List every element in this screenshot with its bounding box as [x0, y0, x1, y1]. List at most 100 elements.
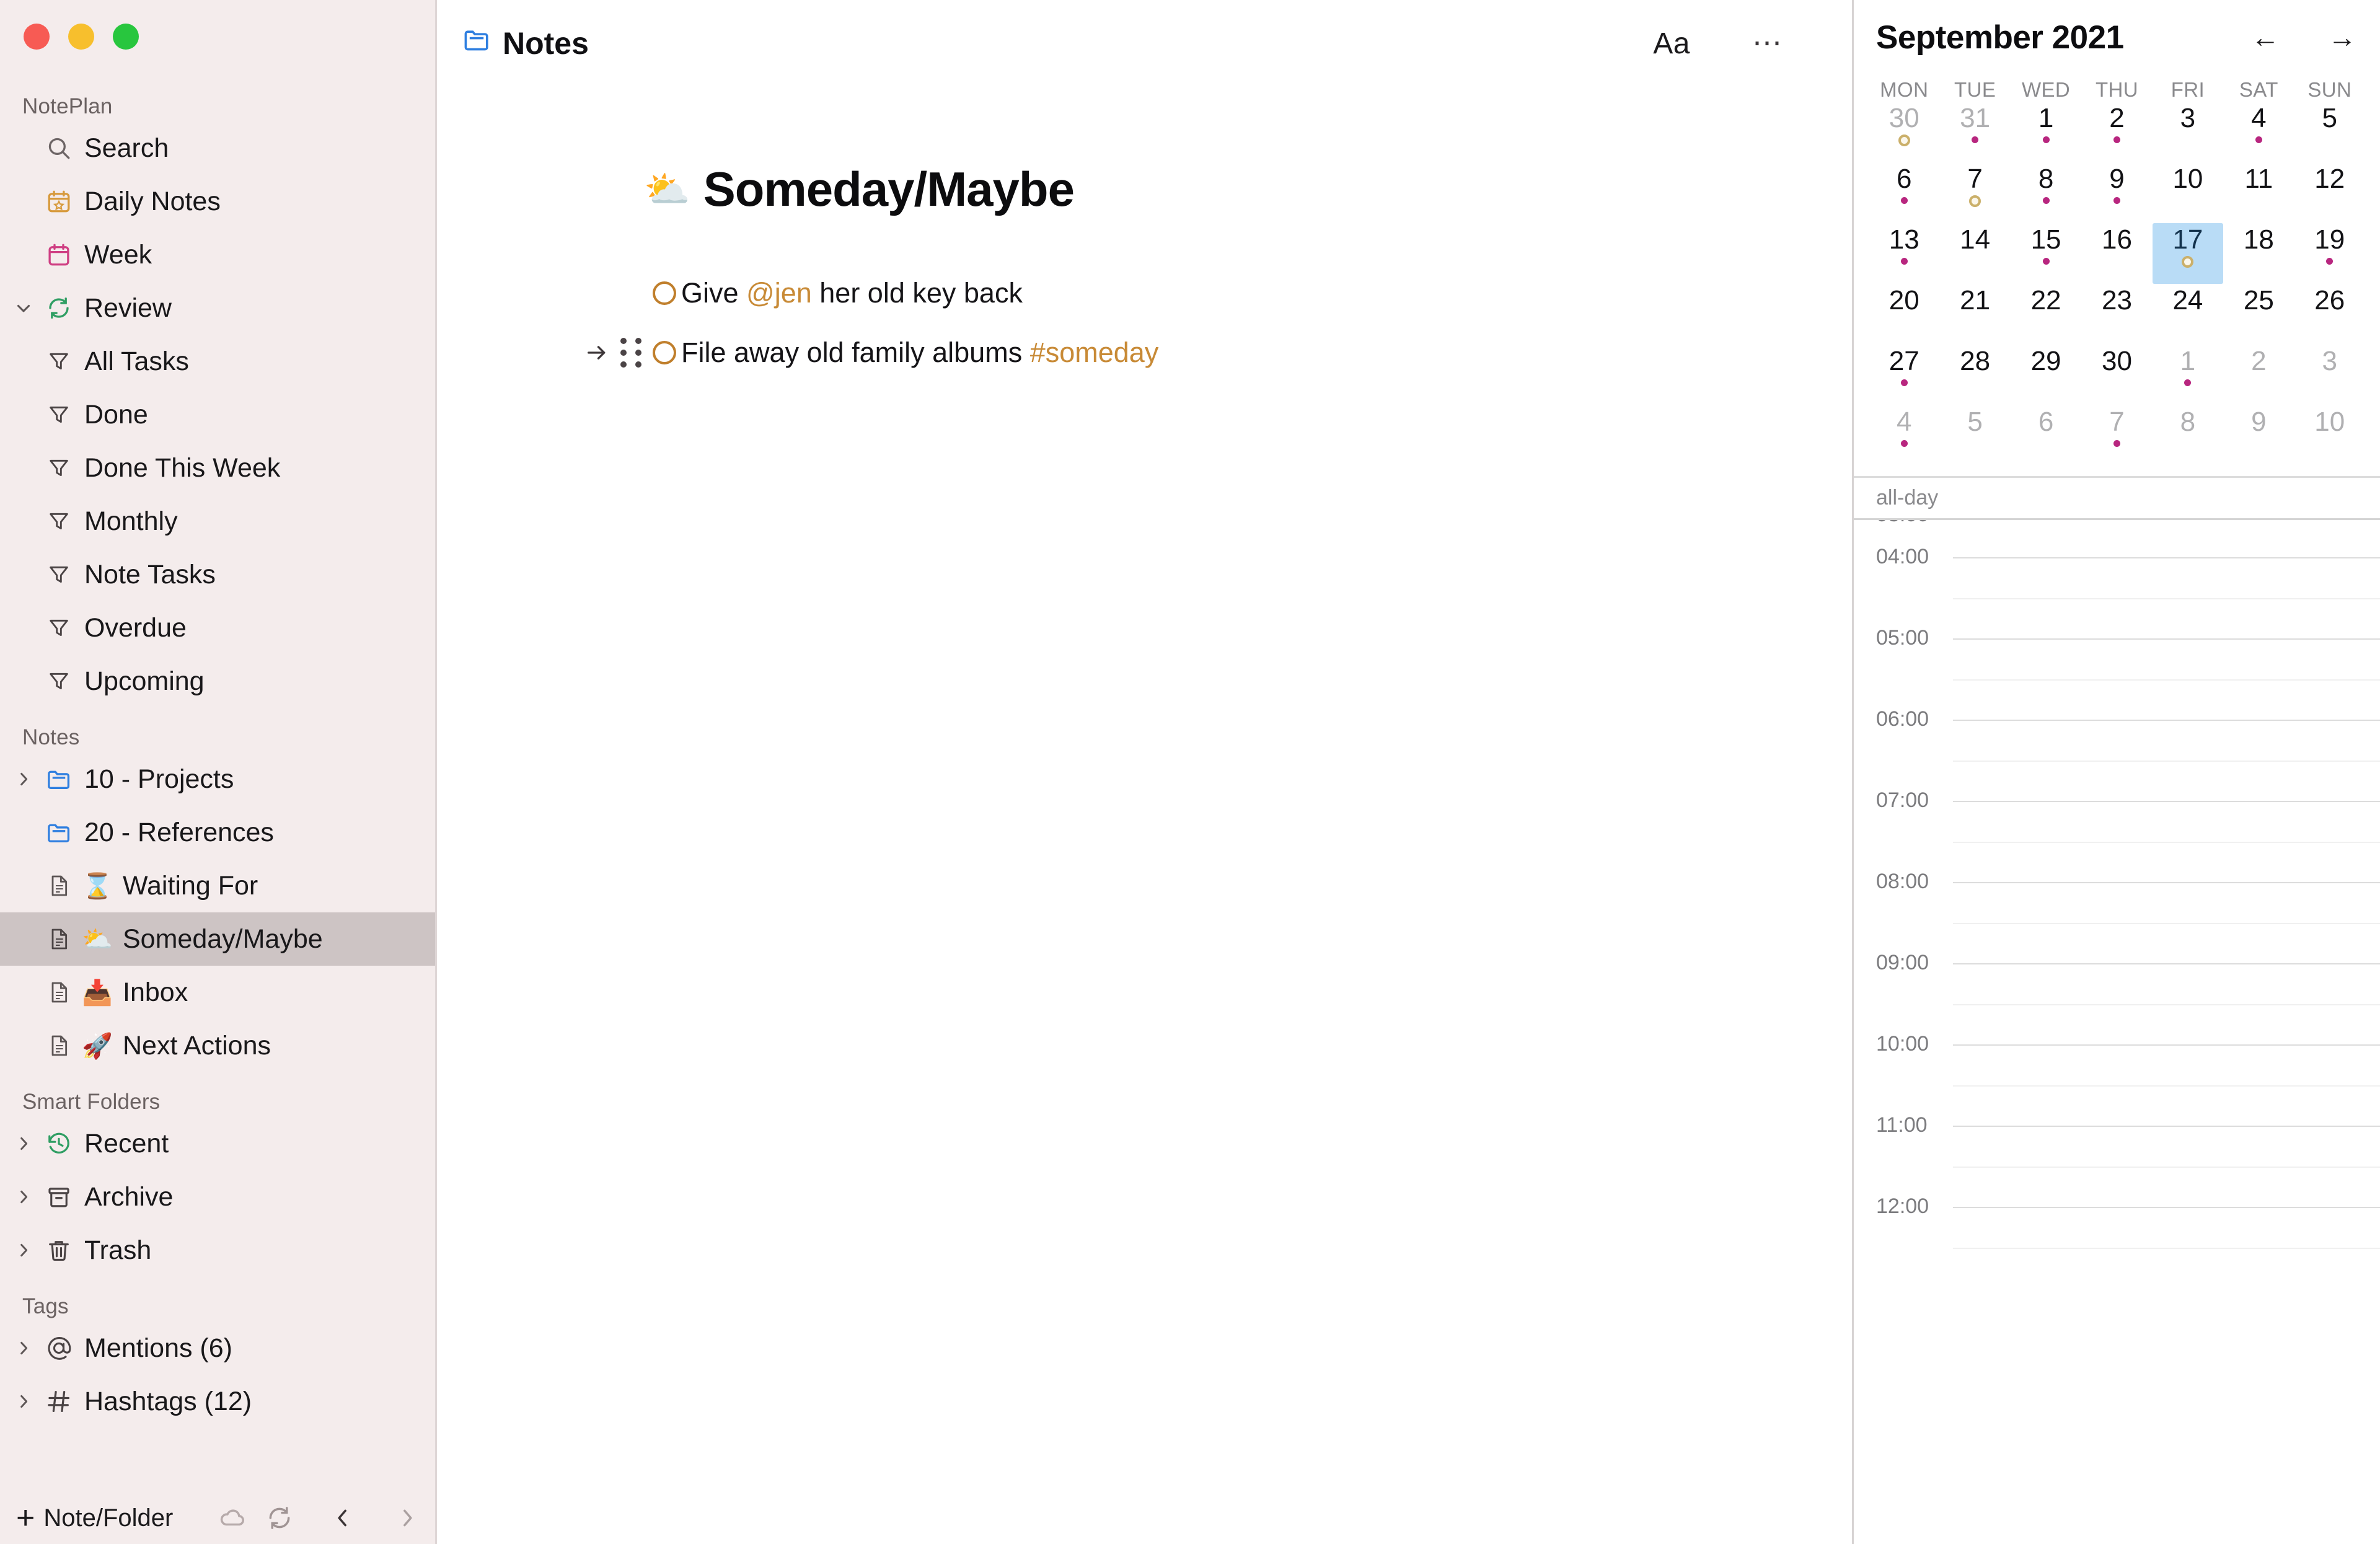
calendar-day-cell[interactable]: 15	[2011, 223, 2081, 284]
calendar-day-cell[interactable]: 10	[2153, 162, 2223, 223]
breadcrumb[interactable]: Notes	[462, 25, 589, 62]
sidebar-item-waiting-for[interactable]: ⌛ Waiting For	[0, 859, 435, 912]
sidebar-item-recent[interactable]: Recent	[0, 1117, 435, 1170]
drag-handle-icon[interactable]	[620, 338, 641, 368]
calendar-day-cell[interactable]: 7	[1939, 162, 2010, 223]
sidebar-item-note-tasks[interactable]: Note Tasks	[0, 548, 435, 601]
calendar-day-cell[interactable]: 28	[1939, 345, 2010, 405]
sidebar-item-trash[interactable]: Trash	[0, 1224, 435, 1277]
close-window-button[interactable]	[24, 24, 50, 50]
mention-link[interactable]: @jen	[746, 277, 812, 309]
calendar-icon	[40, 242, 78, 268]
calendar-day-cell[interactable]: 26	[2294, 284, 2365, 345]
calendar-day-cell[interactable]: 2	[2081, 102, 2152, 162]
sidebar-item-done-this-week[interactable]: Done This Week	[0, 441, 435, 495]
sidebar-item-archive[interactable]: Archive	[0, 1170, 435, 1224]
sidebar-item-daily-notes[interactable]: Daily Notes	[0, 175, 435, 228]
calendar-day-cell[interactable]: 6	[2011, 405, 2081, 466]
calendar-day-cell[interactable]: 10	[2294, 405, 2365, 466]
calendar-day-cell[interactable]: 3	[2153, 102, 2223, 162]
chevron-left-icon[interactable]	[319, 1498, 366, 1538]
calendar-day-cell[interactable]: 21	[1939, 284, 2010, 345]
calendar-day-cell[interactable]: 30	[1869, 102, 1939, 162]
prev-month-button[interactable]: ←	[2251, 23, 2280, 51]
sidebar-item-inbox[interactable]: 📥 Inbox	[0, 966, 435, 1019]
calendar-day-cell[interactable]: 14	[1939, 223, 2010, 284]
task-row[interactable]: Give @jen her old key back	[437, 263, 1852, 323]
minimize-window-button[interactable]	[68, 24, 94, 50]
chevron-down-icon[interactable]	[7, 298, 40, 319]
calendar-day-cell[interactable]: 1	[2153, 345, 2223, 405]
calendar-day-cell[interactable]: 9	[2223, 405, 2294, 466]
calendar-day-cell[interactable]: 12	[2294, 162, 2365, 223]
sidebar-item-all-tasks[interactable]: All Tasks	[0, 335, 435, 388]
sync-icon[interactable]	[256, 1498, 303, 1538]
calendar-day-cell[interactable]: 5	[2294, 102, 2365, 162]
calendar-day-cell[interactable]: 18	[2223, 223, 2294, 284]
sidebar-item-overdue[interactable]: Overdue	[0, 601, 435, 655]
calendar-day-cell[interactable]: 7	[2081, 405, 2152, 466]
sidebar-item-review[interactable]: Review	[0, 281, 435, 335]
sidebar-item-next-actions[interactable]: 🚀 Next Actions	[0, 1019, 435, 1072]
calendar-day-cell[interactable]: 4	[2223, 102, 2294, 162]
calendar-day-cell[interactable]: 6	[1869, 162, 1939, 223]
chevron-right-icon[interactable]	[384, 1498, 431, 1538]
chevron-right-icon[interactable]	[7, 1240, 40, 1260]
zoom-window-button[interactable]	[113, 24, 139, 50]
calendar-day-cell[interactable]: 2	[2223, 345, 2294, 405]
calendar-day-cell[interactable]: 3	[2294, 345, 2365, 405]
all-day-row[interactable]: all-day	[1854, 478, 2380, 520]
sidebar-item-20-references[interactable]: 20 - References	[0, 806, 435, 859]
calendar-day-cell[interactable]: 5	[1939, 405, 2010, 466]
sidebar-item-someday-maybe[interactable]: ⛅ Someday/Maybe	[0, 912, 435, 966]
sidebar-item-done[interactable]: Done	[0, 388, 435, 441]
calendar-day-cell[interactable]: 8	[2153, 405, 2223, 466]
task-row[interactable]: File away old family albums #someday	[437, 323, 1852, 382]
sidebar-item-10-projects[interactable]: 10 - Projects	[0, 752, 435, 806]
calendar-day-cell[interactable]: 20	[1869, 284, 1939, 345]
chevron-right-icon[interactable]	[7, 1187, 40, 1207]
chevron-right-icon[interactable]	[7, 1134, 40, 1154]
hashtag-link[interactable]: #someday	[1030, 337, 1159, 368]
time-slot-row[interactable]: 12:00	[1854, 1194, 2380, 1288]
calendar-day-cell[interactable]: 13	[1869, 223, 1939, 284]
calendar-day-cell[interactable]: 8	[2011, 162, 2081, 223]
at-icon	[40, 1334, 78, 1362]
time-grid[interactable]: 03:00 04:00 05:00 06:00 07:00 08:00 09:00 10:0…	[1854, 520, 2380, 1288]
calendar-day-cell[interactable]: 27	[1869, 345, 1939, 405]
calendar-day-cell[interactable]: 19	[2294, 223, 2365, 284]
arrow-right-icon[interactable]	[584, 340, 609, 365]
calendar-day-cell[interactable]: 4	[1869, 405, 1939, 466]
chevron-right-icon[interactable]	[7, 769, 40, 789]
calendar-day-cell[interactable]: 25	[2223, 284, 2294, 345]
calendar-day-cell[interactable]: 29	[2011, 345, 2081, 405]
calendar-day-cell[interactable]: 11	[2223, 162, 2294, 223]
task-checkbox[interactable]	[653, 341, 676, 364]
calendar-day-cell[interactable]: 17	[2152, 223, 2224, 284]
calendar-day-cell[interactable]: 16	[2081, 223, 2152, 284]
sidebar-item-monthly[interactable]: Monthly	[0, 495, 435, 548]
sidebar-item-hashtags[interactable]: Hashtags (12)	[0, 1375, 435, 1428]
sidebar-item-search[interactable]: Search	[0, 121, 435, 175]
sidebar-item-mentions[interactable]: Mentions (6)	[0, 1321, 435, 1375]
calendar-day-cell[interactable]: 31	[1939, 102, 2010, 162]
calendar-day-cell[interactable]: 24	[2153, 284, 2223, 345]
add-note-folder-icon[interactable]: +	[16, 1502, 35, 1534]
chevron-right-icon[interactable]	[7, 1338, 40, 1358]
add-note-folder-label[interactable]: Note/Folder	[43, 1504, 173, 1532]
calendar-day-cell[interactable]: 22	[2011, 284, 2081, 345]
sidebar-scroll[interactable]: NotePlan Search Daily Notes Week Review …	[0, 94, 435, 1428]
next-month-button[interactable]: →	[2328, 23, 2356, 51]
calendar-day-cell[interactable]: 9	[2081, 162, 2152, 223]
calendar-day-cell[interactable]: 23	[2081, 284, 2152, 345]
cloud-icon[interactable]	[209, 1498, 256, 1538]
more-options-button[interactable]: ⋯	[1752, 29, 1784, 58]
sidebar-item-upcoming[interactable]: Upcoming	[0, 655, 435, 708]
sidebar-item-week[interactable]: Week	[0, 228, 435, 281]
note-content[interactable]: ⛅ Someday/Maybe Give @jen her old key ba…	[437, 87, 1852, 382]
task-checkbox[interactable]	[653, 281, 676, 305]
calendar-day-cell[interactable]: 1	[2011, 102, 2081, 162]
calendar-day-cell[interactable]: 30	[2081, 345, 2152, 405]
chevron-right-icon[interactable]	[7, 1392, 40, 1411]
font-size-button[interactable]: Aa	[1653, 27, 1690, 61]
